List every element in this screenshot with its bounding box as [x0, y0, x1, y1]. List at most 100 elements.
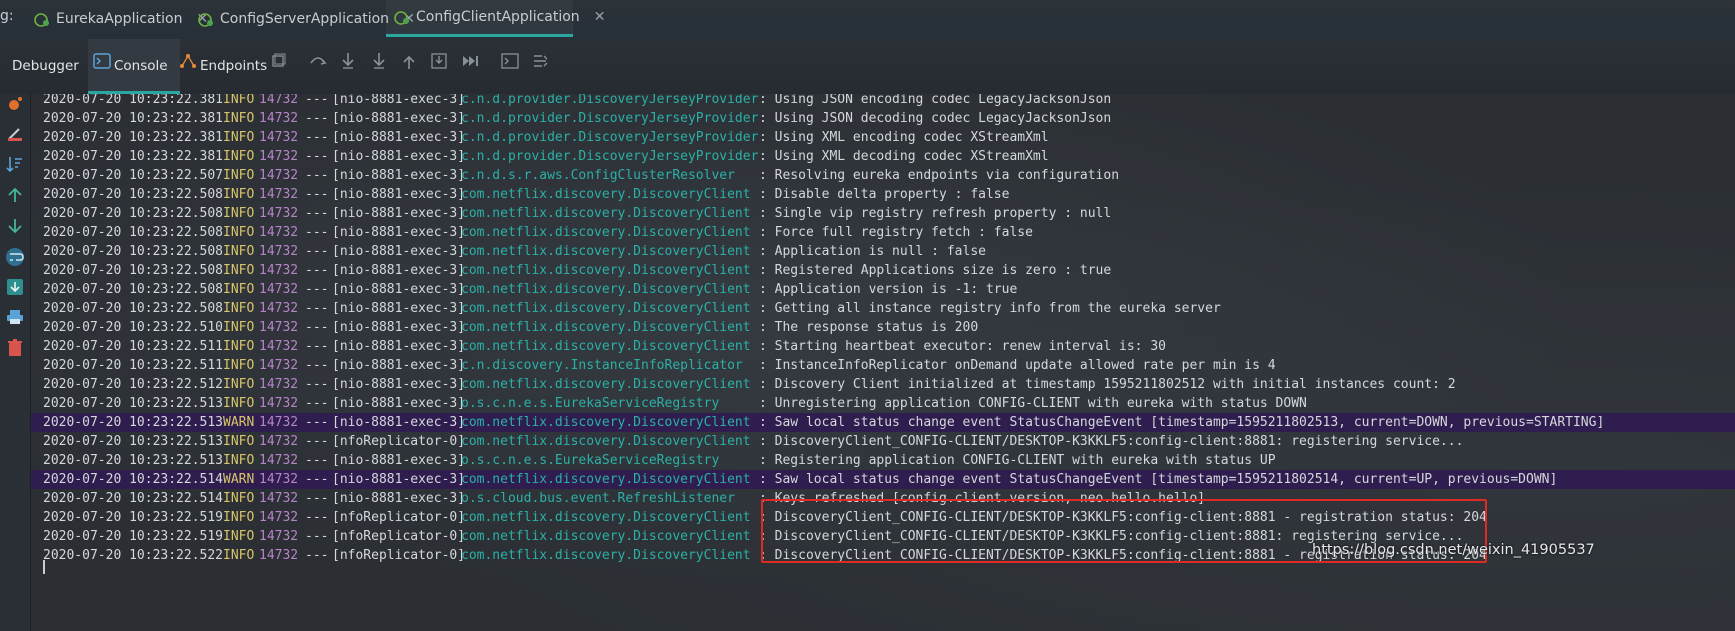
tab-eureka-application[interactable]: EurekaApplication ✕: [26, 0, 208, 37]
log-thread: [nio-8881-exec-3]: [332, 453, 466, 468]
log-timestamp: 2020-07-20 10:23:22.508: [43, 244, 224, 259]
trash-icon[interactable]: [5, 338, 25, 358]
log-separator: ---: [305, 377, 329, 392]
log-level: INFO: [223, 453, 255, 468]
log-thread: [nio-8881-exec-3]: [332, 111, 466, 126]
log-pid: 14732: [259, 282, 299, 297]
log-line: 2020-07-20 10:23:22.511 INFO 14732 --- [nio-…: [31, 356, 1735, 375]
log-line-warn: 2020-07-20 10:23:22.513 WARN 14732 --- [nio-…: [31, 413, 1735, 432]
log-message: : Registered Applications size is zero :…: [759, 263, 1112, 278]
log-message: : The response status is 200: [759, 320, 979, 335]
log-pid: 14732: [259, 130, 299, 145]
log-timestamp: 2020-07-20 10:23:22.519: [43, 510, 224, 525]
tab-config-client-application[interactable]: ConfigClientApplication ✕: [386, 0, 605, 37]
run-to-cursor-icon[interactable]: [460, 51, 480, 71]
log-thread: [nio-8881-exec-3]: [332, 377, 466, 392]
log-line: 2020-07-20 10:23:22.381 INFO 14732 --- [nio-…: [31, 109, 1735, 128]
sort-icon[interactable]: [5, 154, 25, 174]
step-into-icon[interactable]: [338, 51, 358, 71]
log-separator: ---: [305, 206, 329, 221]
restore-layout-icon[interactable]: [268, 51, 288, 71]
log-logger: com.netflix.discovery.DiscoveryClient: [461, 339, 751, 354]
log-message: : Using XML encoding codec XStreamXml: [759, 130, 1049, 145]
log-logger: com.netflix.discovery.DiscoveryClient: [461, 548, 751, 563]
tab-console[interactable]: Console: [114, 58, 168, 74]
log-logger: com.netflix.discovery.DiscoveryClient: [461, 377, 751, 392]
force-step-into-icon[interactable]: [369, 51, 389, 71]
log-message: : InstanceInfoReplicator onDemand update…: [759, 358, 1276, 373]
log-level: INFO: [223, 168, 255, 183]
log-line: 2020-07-20 10:23:22.508 INFO 14732 --- [nio-…: [31, 204, 1735, 223]
log-pid: 14732: [259, 206, 299, 221]
log-level: INFO: [223, 301, 255, 316]
log-pid: 14732: [259, 548, 299, 563]
log-separator: ---: [305, 453, 329, 468]
scroll-to-end-icon[interactable]: [5, 277, 25, 297]
trace-current-stream-icon[interactable]: [531, 51, 551, 71]
log-level: INFO: [223, 377, 255, 392]
scroll-down-icon[interactable]: [5, 216, 25, 236]
log-level: INFO: [223, 225, 255, 240]
log-thread: [nio-8881-exec-3]: [332, 396, 466, 411]
log-pid: 14732: [259, 434, 299, 449]
log-line: 2020-07-20 10:23:22.513 INFO 14732 --- [nio-…: [31, 451, 1735, 470]
drop-frame-icon[interactable]: [429, 51, 449, 71]
log-line: 2020-07-20 10:23:22.508 INFO 14732 --- [nio-…: [31, 242, 1735, 261]
log-level: INFO: [223, 187, 255, 202]
tab-debugger[interactable]: Debugger: [12, 58, 79, 74]
log-pid: 14732: [259, 358, 299, 373]
log-thread: [nfoReplicator-0]: [332, 529, 466, 544]
clear-brush-icon[interactable]: [5, 123, 25, 143]
log-separator: ---: [305, 491, 329, 506]
log-thread: [nio-8881-exec-3]: [332, 244, 466, 259]
close-icon[interactable]: ✕: [594, 9, 606, 25]
log-pid: 14732: [259, 453, 299, 468]
soft-wrap-icon[interactable]: [5, 247, 25, 267]
log-logger: com.netflix.discovery.DiscoveryClient: [461, 510, 751, 525]
log-logger: c.n.d.provider.DiscoveryJerseyProvider: [461, 149, 759, 164]
text-cursor: [43, 560, 45, 574]
evaluate-expression-icon[interactable]: [500, 51, 520, 71]
tab-endpoints[interactable]: Endpoints: [200, 58, 267, 74]
log-timestamp: 2020-07-20 10:23:22.507: [43, 168, 224, 183]
log-separator: ---: [305, 168, 329, 183]
log-message: : Unregistering application CONFIG-CLIEN…: [759, 396, 1307, 411]
log-line: 2020-07-20 10:23:22.510 INFO 14732 --- [nio-…: [31, 318, 1735, 337]
tab-label: EurekaApplication: [56, 10, 183, 27]
log-logger: com.netflix.discovery.DiscoveryClient: [461, 187, 751, 202]
step-over-icon[interactable]: [308, 51, 328, 71]
log-thread: [nio-8881-exec-3]: [332, 187, 466, 202]
log-separator: ---: [305, 358, 329, 373]
log-thread: [nio-8881-exec-3]: [332, 94, 466, 107]
log-pid: 14732: [259, 244, 299, 259]
log-thread: [nio-8881-exec-3]: [332, 339, 466, 354]
log-level: INFO: [223, 263, 255, 278]
log-separator: ---: [305, 548, 329, 563]
log-thread: [nio-8881-exec-3]: [332, 225, 466, 240]
log-timestamp: 2020-07-20 10:23:22.519: [43, 529, 224, 544]
log-timestamp: 2020-07-20 10:23:22.508: [43, 187, 224, 202]
log-logger: com.netflix.discovery.DiscoveryClient: [461, 472, 751, 487]
log-logger: com.netflix.discovery.DiscoveryClient: [461, 434, 751, 449]
log-pid: 14732: [259, 111, 299, 126]
log-message: : DiscoveryClient_CONFIG-CLIENT/DESKTOP-…: [759, 434, 1464, 449]
log-separator: ---: [305, 282, 329, 297]
log-message: : Using XML decoding codec XStreamXml: [759, 149, 1049, 164]
log-timestamp: 2020-07-20 10:23:22.513: [43, 396, 224, 411]
log-line: 2020-07-20 10:23:22.508 INFO 14732 --- [nio-…: [31, 280, 1735, 299]
step-out-icon[interactable]: [399, 51, 419, 71]
log-logger: com.netflix.discovery.DiscoveryClient: [461, 263, 751, 278]
log-thread: [nio-8881-exec-3]: [332, 282, 466, 297]
log-logger: c.n.d.s.r.aws.ConfigClusterResolver: [461, 168, 735, 183]
tab-config-server-application[interactable]: ConfigServerApplication ✕: [190, 0, 415, 37]
debug-bug-icon[interactable]: [5, 94, 25, 114]
log-pid: 14732: [259, 491, 299, 506]
log-thread: [nio-8881-exec-3]: [332, 472, 466, 487]
log-logger: com.netflix.discovery.DiscoveryClient: [461, 282, 751, 297]
print-icon[interactable]: [5, 307, 25, 327]
log-line: 2020-07-20 10:23:22.512 INFO 14732 --- [nio-…: [31, 375, 1735, 394]
log-message: : Using JSON encoding codec LegacyJackso…: [759, 94, 1112, 107]
log-separator: ---: [305, 225, 329, 240]
log-level: INFO: [223, 149, 255, 164]
scroll-up-icon[interactable]: [5, 185, 25, 205]
